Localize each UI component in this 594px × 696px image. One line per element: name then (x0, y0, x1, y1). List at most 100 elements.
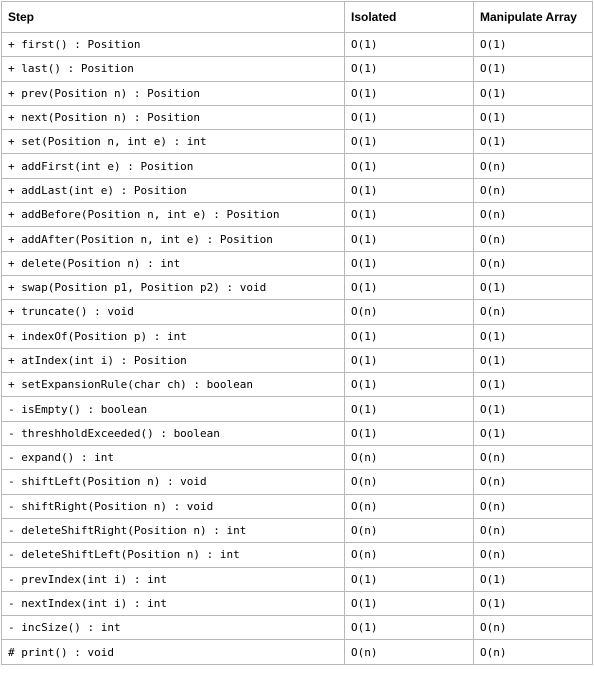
step-cell: + addBefore(Position n, int e) : Positio… (1, 202, 345, 228)
isolated-cell: O(1) (344, 590, 474, 617)
isolated-cell: O(n) (344, 469, 474, 495)
step-cell: - deleteShiftLeft(Position n) : int (1, 542, 345, 568)
table-row: + addAfter(Position n, int e) : Position… (1, 226, 593, 252)
manipulate-array-cell: O(n) (473, 299, 593, 325)
table-row: - expand() : int O(n) O(n) (1, 445, 593, 471)
step-cell: + set(Position n, int e) : int (1, 129, 345, 155)
table-row: + indexOf(Position p) : int O(1) O(1) (1, 323, 593, 349)
step-cell: - prevIndex(int i) : int (1, 566, 345, 592)
step-cell: # print() : void (1, 639, 345, 665)
isolated-cell: O(n) (344, 445, 474, 471)
isolated-cell: O(1) (344, 396, 474, 422)
header-isolated: Isolated (344, 1, 474, 33)
step-cell: - expand() : int (1, 445, 345, 471)
step-cell: - shiftLeft(Position n) : void (1, 469, 345, 495)
table-row: + first() : Position O(1) O(1) (1, 31, 593, 58)
step-cell: + atIndex(int i) : Position (1, 347, 345, 374)
table-row: + delete(Position n) : int O(1) O(n) (1, 250, 593, 276)
isolated-cell: O(1) (344, 153, 474, 179)
manipulate-array-cell: O(n) (473, 615, 593, 641)
manipulate-array-cell: O(n) (473, 250, 593, 276)
header-manipulate-array: Manipulate Array (473, 1, 593, 33)
step-cell: + next(Position n) : Position (1, 104, 345, 131)
isolated-cell: O(1) (344, 202, 474, 228)
step-cell: + addFirst(int e) : Position (1, 153, 345, 179)
isolated-cell: O(1) (344, 372, 474, 398)
manipulate-array-cell: O(n) (473, 469, 593, 495)
isolated-cell: O(1) (344, 274, 474, 301)
step-cell: + addAfter(Position n, int e) : Position (1, 226, 345, 252)
manipulate-array-cell: O(n) (473, 177, 593, 204)
table-row: - shiftRight(Position n) : void O(n) O(n) (1, 493, 593, 519)
isolated-cell: O(1) (344, 615, 474, 641)
step-cell: + addLast(int e) : Position (1, 177, 345, 204)
isolated-cell: O(1) (344, 177, 474, 204)
step-cell: - nextIndex(int i) : int (1, 590, 345, 617)
table-row: - isEmpty() : boolean O(1) O(1) (1, 396, 593, 422)
manipulate-array-cell: O(1) (473, 590, 593, 617)
step-cell: + setExpansionRule(char ch) : boolean (1, 372, 345, 398)
table-row: # print() : void O(n) O(n) (1, 639, 593, 665)
table-row: - deleteShiftLeft(Position n) : int O(n) O… (1, 542, 593, 568)
step-cell: + prev(Position n) : Position (1, 80, 345, 106)
table-row: + addFirst(int e) : Position O(1) O(n) (1, 153, 593, 179)
table-row: + last() : Position O(1) O(1) (1, 56, 593, 82)
isolated-cell: O(n) (344, 542, 474, 568)
manipulate-array-cell: O(1) (473, 347, 593, 374)
isolated-cell: O(1) (344, 323, 474, 349)
table-row: + setExpansionRule(char ch) : boolean O(1… (1, 372, 593, 398)
isolated-cell: O(1) (344, 129, 474, 155)
step-cell: - shiftRight(Position n) : void (1, 493, 345, 519)
table-row: + atIndex(int i) : Position O(1) O(1) (1, 347, 593, 374)
step-cell: - threshholdExceeded() : boolean (1, 420, 345, 447)
table-body: + first() : Position O(1) O(1) + last() : P… (1, 31, 593, 665)
step-cell: + indexOf(Position p) : int (1, 323, 345, 349)
step-cell: - deleteShiftRight(Position n) : int (1, 517, 345, 544)
step-cell: + swap(Position p1, Position p2) : void (1, 274, 345, 301)
table-row: + addBefore(Position n, int e) : Positio… (1, 202, 593, 228)
manipulate-array-cell: O(n) (473, 517, 593, 544)
table-row: - nextIndex(int i) : int O(1) O(1) (1, 590, 593, 617)
isolated-cell: O(n) (344, 639, 474, 665)
isolated-cell: O(1) (344, 226, 474, 252)
table-row: + addLast(int e) : Position O(1) O(n) (1, 177, 593, 204)
table-row: - incSize() : int O(1) O(n) (1, 615, 593, 641)
header-step: Step (1, 1, 345, 33)
table-row: - deleteShiftRight(Position n) : int O(n)… (1, 517, 593, 544)
manipulate-array-cell: O(1) (473, 56, 593, 82)
isolated-cell: O(n) (344, 493, 474, 519)
manipulate-array-cell: O(n) (473, 445, 593, 471)
step-cell: - incSize() : int (1, 615, 345, 641)
isolated-cell: O(1) (344, 104, 474, 131)
manipulate-array-cell: O(1) (473, 31, 593, 58)
manipulate-array-cell: O(1) (473, 566, 593, 592)
manipulate-array-cell: O(n) (473, 542, 593, 568)
step-cell: + truncate() : void (1, 299, 345, 325)
table-header-row: Step Isolated Manipulate Array (1, 1, 593, 33)
step-cell: + delete(Position n) : int (1, 250, 345, 276)
manipulate-array-cell: O(1) (473, 129, 593, 155)
isolated-cell: O(1) (344, 250, 474, 276)
table-row: - threshholdExceeded() : boolean O(1) O(1) (1, 420, 593, 447)
manipulate-array-cell: O(n) (473, 202, 593, 228)
table-row: + truncate() : void O(n) O(n) (1, 299, 593, 325)
manipulate-array-cell: O(1) (473, 80, 593, 106)
manipulate-array-cell: O(1) (473, 274, 593, 301)
isolated-cell: O(n) (344, 299, 474, 325)
step-cell: + first() : Position (1, 31, 345, 58)
step-cell: + last() : Position (1, 56, 345, 82)
isolated-cell: O(1) (344, 420, 474, 447)
isolated-cell: O(1) (344, 347, 474, 374)
manipulate-array-cell: O(1) (473, 396, 593, 422)
table-row: + prev(Position n) : Position O(1) O(1) (1, 80, 593, 106)
manipulate-array-cell: O(1) (473, 420, 593, 447)
table-row: - shiftLeft(Position n) : void O(n) O(n) (1, 469, 593, 495)
manipulate-array-cell: O(1) (473, 323, 593, 349)
table-row: - prevIndex(int i) : int O(1) O(1) (1, 566, 593, 592)
isolated-cell: O(1) (344, 31, 474, 58)
manipulate-array-cell: O(n) (473, 153, 593, 179)
table-row: + next(Position n) : Position O(1) O(1) (1, 104, 593, 131)
isolated-cell: O(1) (344, 566, 474, 592)
isolated-cell: O(1) (344, 80, 474, 106)
step-cell: - isEmpty() : boolean (1, 396, 345, 422)
